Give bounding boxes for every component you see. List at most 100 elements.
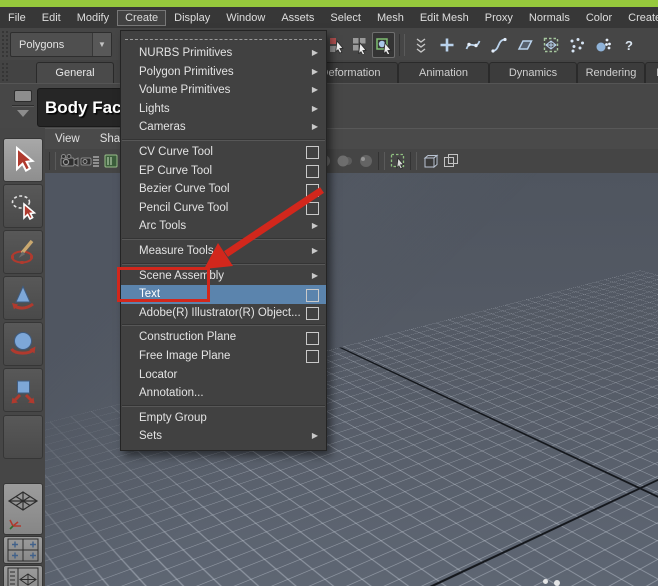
option-box[interactable]	[306, 350, 319, 363]
shelf-tab-selector[interactable]	[12, 90, 34, 123]
lasso-tool-button[interactable]	[3, 184, 43, 228]
menu-item-sets[interactable]: Sets ▶	[121, 427, 326, 446]
layout-single-pane-button[interactable]	[3, 483, 43, 535]
menu-item-label: CV Curve Tool	[139, 146, 213, 158]
menu-item-cameras[interactable]: Cameras ▶	[121, 118, 326, 137]
menu-item-lights[interactable]: Lights ▶	[121, 100, 326, 119]
bookmark-icon[interactable]	[100, 151, 121, 171]
statusline-grip[interactable]	[1, 30, 8, 58]
menubar-item-modify[interactable]: Modify	[69, 10, 117, 26]
menubar-item-edit-mesh[interactable]: Edit Mesh	[412, 10, 477, 26]
shelf-tab-pa[interactable]: Pa	[645, 62, 658, 83]
menu-item-ep-curve-tool[interactable]: EP Curve Tool	[121, 162, 326, 181]
option-box[interactable]	[306, 165, 319, 178]
menu-item-annotation[interactable]: Annotation...	[121, 384, 326, 403]
chevron-down-icon[interactable]: ▼	[92, 33, 111, 56]
menu-item-measure-tools[interactable]: Measure Tools ▶	[121, 242, 326, 261]
menu-item-arc-tools[interactable]: Arc Tools ▶	[121, 217, 326, 236]
menu-item-label: Adobe(R) Illustrator(R) Object...	[139, 307, 301, 319]
menubar-item-assets[interactable]: Assets	[273, 10, 322, 26]
option-box[interactable]	[306, 202, 319, 215]
menu-item-volume-primitives[interactable]: Volume Primitives ▶	[121, 81, 326, 100]
menu-item-cv-curve-tool[interactable]: CV Curve Tool	[121, 143, 326, 162]
submenu-arrow-icon: ▶	[312, 427, 318, 446]
live-surface-icon[interactable]	[539, 33, 563, 57]
menubar-item-edit[interactable]: Edit	[34, 10, 69, 26]
quality-sphere-4-icon[interactable]	[355, 151, 376, 171]
menu-set-selector[interactable]: Polygons ▼	[10, 32, 112, 57]
isolate-select-icon[interactable]	[387, 151, 408, 171]
curve-snap-icon[interactable]	[461, 33, 485, 57]
point-snap-icon[interactable]	[487, 33, 511, 57]
menubar: File Edit Modify Create Display Window Assets S…	[0, 7, 658, 29]
submenu-arrow-icon: ▶	[312, 44, 318, 63]
menubar-item-normals[interactable]: Normals	[521, 10, 578, 26]
panel-menu-view[interactable]: View	[55, 133, 80, 145]
menu-item-polygon-primitives[interactable]: Polygon Primitives ▶	[121, 63, 326, 82]
menu-item-label: Pencil Curve Tool	[139, 202, 228, 214]
shelf-item-label: Body Face	[45, 98, 131, 118]
menu-item-pencil-curve-tool[interactable]: Pencil Curve Tool	[121, 199, 326, 218]
menu-item-bezier-curve-tool[interactable]: Bezier Curve Tool	[121, 180, 326, 199]
last-tool-slot-button[interactable]	[3, 415, 43, 459]
shelf-tab-animation[interactable]: Animation	[398, 62, 489, 83]
menu-separator	[122, 405, 325, 407]
option-box[interactable]	[306, 307, 319, 320]
menubar-item-create[interactable]: Create	[117, 10, 166, 26]
menubar-item-window[interactable]: Window	[218, 10, 273, 26]
rotate-tool-button[interactable]	[3, 322, 43, 366]
menubar-item-proxy[interactable]: Proxy	[477, 10, 521, 26]
menubar-item-display[interactable]: Display	[166, 10, 218, 26]
menu-tearoff-handle[interactable]	[125, 34, 322, 40]
menu-item-label: Locator	[139, 369, 177, 381]
layout-four-pane-button[interactable]	[3, 536, 43, 564]
shelf-tab-dynamics[interactable]: Dynamics	[489, 62, 577, 83]
maya-window: File Edit Modify Create Display Window Assets S…	[0, 0, 658, 586]
scale-tool-button[interactable]	[3, 368, 43, 412]
menu-item-empty-group[interactable]: Empty Group	[121, 409, 326, 428]
paint-select-tool-button[interactable]	[3, 230, 43, 274]
grid-snap-icon[interactable]	[435, 33, 459, 57]
plane-snap-icon[interactable]	[513, 33, 537, 57]
menubar-item-color[interactable]: Color	[578, 10, 620, 26]
sphere-particles-icon[interactable]	[591, 33, 615, 57]
option-box[interactable]	[306, 146, 319, 159]
particle-snap-icon[interactable]	[565, 33, 589, 57]
menu-item-locator[interactable]: Locator	[121, 366, 326, 385]
option-box[interactable]	[306, 332, 319, 345]
help-icon[interactable]: ?	[617, 33, 641, 57]
submenu-arrow-icon: ▶	[312, 267, 318, 286]
menu-item-label: Lights	[139, 103, 170, 115]
menubar-item-file[interactable]: File	[0, 10, 34, 26]
option-box[interactable]	[306, 184, 319, 197]
quality-sphere-3-icon[interactable]	[334, 151, 355, 171]
camera-attributes-icon[interactable]	[79, 151, 100, 171]
select-tool-button[interactable]	[3, 138, 43, 182]
submenu-arrow-icon: ▶	[312, 81, 318, 100]
select-by-hierarchy-icon[interactable]	[326, 33, 347, 57]
option-box[interactable]	[306, 289, 319, 302]
menu-separator	[122, 238, 325, 240]
menu-item-label: Arc Tools	[139, 220, 186, 232]
textured-cubes-icon[interactable]	[440, 151, 461, 171]
shelf-tab-general[interactable]: General	[36, 62, 114, 83]
menubar-item-create-uvs[interactable]: Create UVs	[620, 10, 658, 26]
menubar-item-mesh[interactable]: Mesh	[369, 10, 412, 26]
menu-separator	[122, 263, 325, 265]
select-by-object-icon[interactable]	[349, 33, 370, 57]
menu-item-adobe-r-illustrator-r-object[interactable]: Adobe(R) Illustrator(R) Object...	[121, 304, 326, 323]
select-by-component-icon[interactable]	[372, 32, 395, 58]
menu-item-label: Cameras	[139, 121, 186, 133]
menu-item-construction-plane[interactable]: Construction Plane	[121, 328, 326, 347]
camera-icon[interactable]	[58, 151, 79, 171]
submenu-arrow-icon: ▶	[312, 217, 318, 236]
move-tool-button[interactable]	[3, 276, 43, 320]
layout-persp-outliner-button[interactable]	[3, 565, 43, 586]
shelf-tab-rendering[interactable]: Rendering	[577, 62, 645, 83]
snap-expand-icon[interactable]	[409, 33, 433, 57]
default-material-icon[interactable]	[419, 151, 440, 171]
menubar-item-select[interactable]: Select	[322, 10, 369, 26]
menu-item-nurbs-primitives[interactable]: NURBS Primitives ▶	[121, 44, 326, 63]
menu-item-free-image-plane[interactable]: Free Image Plane	[121, 347, 326, 366]
menu-item-label: Bezier Curve Tool	[139, 183, 230, 195]
